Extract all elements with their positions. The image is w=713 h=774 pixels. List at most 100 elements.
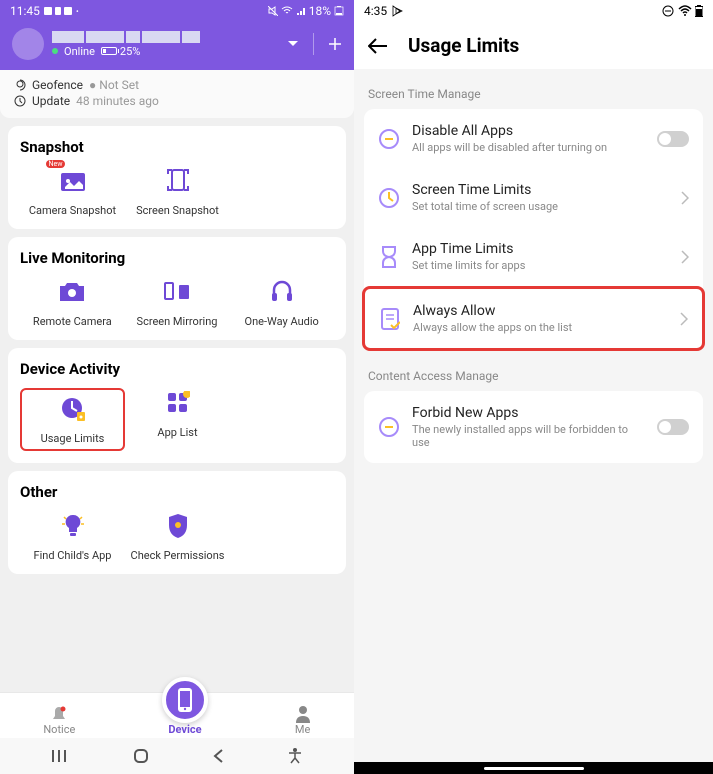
- mirror-icon: [163, 281, 191, 303]
- svg-text:•: •: [76, 7, 79, 16]
- battery-icon: [695, 5, 703, 17]
- nav-notice[interactable]: Notice: [43, 705, 75, 736]
- check-permissions-button[interactable]: Check Permissions: [125, 511, 230, 562]
- one-way-audio-label: One-Way Audio: [245, 315, 319, 328]
- camera-snapshot-button[interactable]: New Camera Snapshot: [20, 166, 125, 217]
- live-title: Live Monitoring: [20, 249, 334, 267]
- camera-snapshot-label: Camera Snapshot: [29, 204, 116, 217]
- disable-icon: [378, 128, 400, 150]
- forbid-new-apps-row[interactable]: Forbid New Apps The newly installed apps…: [364, 391, 703, 463]
- new-badge: New: [46, 160, 66, 168]
- disable-title: Disable All Apps: [412, 123, 645, 139]
- play-icon: [391, 5, 403, 17]
- screen-mirroring-label: Screen Mirroring: [137, 315, 218, 328]
- page-header: Usage Limits: [354, 22, 713, 69]
- app-list-icon: [166, 391, 190, 415]
- usage-limits-icon: [59, 395, 87, 423]
- one-way-audio-button[interactable]: One-Way Audio: [229, 277, 334, 328]
- bottom-nav: Notice Device Me: [0, 692, 354, 738]
- battery-icon: [334, 6, 344, 16]
- online-dot-icon: [52, 48, 58, 54]
- hourglass-icon: [379, 246, 399, 268]
- device-fab[interactable]: [162, 677, 208, 723]
- signal-icon: [296, 6, 306, 16]
- app-list-button[interactable]: App List: [125, 388, 230, 451]
- find-child-label: Find Child's App: [34, 549, 112, 562]
- nav-me[interactable]: Me: [295, 705, 311, 736]
- forbid-toggle[interactable]: [657, 419, 689, 435]
- section-screen-time: Screen Time Manage: [354, 69, 713, 109]
- clock-text-right: 4:35: [364, 4, 387, 18]
- clock-icon: [14, 95, 26, 107]
- home-indicator-bar: [354, 762, 713, 774]
- bell-icon: [50, 705, 68, 723]
- accessibility-icon[interactable]: [288, 748, 302, 764]
- status-icons-left: •: [44, 6, 88, 16]
- camera-snapshot-icon: [59, 169, 87, 193]
- add-icon[interactable]: [328, 37, 342, 51]
- disable-sub: All apps will be disabled after turning …: [412, 141, 645, 154]
- disable-toggle[interactable]: [657, 131, 689, 147]
- geofence-value: ● Not Set: [89, 78, 139, 92]
- mute-icon: [268, 6, 278, 16]
- wifi-icon: [678, 5, 692, 17]
- device-activity-card: Device Activity Usage Limits App List: [8, 348, 346, 463]
- disable-all-apps-row[interactable]: Disable All Apps All apps will be disabl…: [364, 109, 703, 168]
- battery-text: 18%: [309, 4, 331, 18]
- device-screen: 11:45 • 18% Onli: [0, 0, 354, 774]
- screen-snapshot-button[interactable]: Screen Snapshot: [125, 166, 230, 217]
- recents-icon[interactable]: [52, 749, 70, 763]
- snapshot-card: Snapshot New Camera Snapshot Screen Snap…: [8, 126, 346, 229]
- separator: [313, 33, 314, 55]
- content-access-card: Forbid New Apps The newly installed apps…: [364, 391, 703, 463]
- dropdown-icon[interactable]: [287, 40, 299, 48]
- app-list-label: App List: [157, 426, 197, 439]
- always-allow-row[interactable]: Always Allow Always allow the apps on th…: [362, 286, 705, 351]
- screen-time-card: Disable All Apps All apps will be disabl…: [364, 109, 703, 351]
- usage-limits-button[interactable]: Usage Limits: [20, 388, 125, 451]
- screentime-title: Screen Time Limits: [412, 182, 669, 198]
- dnd-icon: [661, 4, 675, 18]
- screen-snapshot-icon: [166, 168, 190, 194]
- avatar[interactable]: [12, 28, 44, 60]
- apptime-sub: Set time limits for apps: [412, 259, 669, 272]
- clock-text: 11:45: [10, 4, 40, 18]
- apptime-title: App Time Limits: [412, 241, 669, 257]
- geofence-icon: [14, 79, 26, 91]
- other-title: Other: [20, 483, 334, 501]
- shield-icon: [167, 513, 189, 539]
- nav-me-label: Me: [295, 723, 310, 736]
- chevron-right-icon: [681, 191, 689, 205]
- info-strip: Geofence ● Not Set Update 48 minutes ago: [0, 70, 354, 118]
- wifi-icon: [281, 6, 293, 16]
- geofence-label: Geofence: [32, 78, 83, 92]
- device-header: Online 25%: [0, 22, 354, 70]
- nav-device[interactable]: Device: [162, 699, 208, 736]
- clock-icon: [378, 187, 400, 209]
- battery-pill-icon: [101, 47, 117, 55]
- home-indicator[interactable]: [484, 767, 584, 770]
- nav-notice-label: Notice: [43, 723, 75, 736]
- chevron-right-icon: [681, 250, 689, 264]
- forbid-sub: The newly installed apps will be forbidd…: [412, 423, 645, 449]
- app-time-limits-row[interactable]: App Time Limits Set time limits for apps: [364, 227, 703, 286]
- back-arrow-icon[interactable]: [368, 38, 388, 54]
- bulb-icon: [61, 513, 85, 539]
- camera-icon: [58, 281, 86, 303]
- home-icon[interactable]: [133, 748, 149, 764]
- update-label: Update: [32, 94, 70, 108]
- find-child-app-button[interactable]: Find Child's App: [20, 511, 125, 562]
- usage-limits-screen: 4:35 Usage Limits Screen Time Manage Dis…: [354, 0, 713, 774]
- status-bar-right: 4:35: [354, 0, 713, 22]
- always-title: Always Allow: [413, 303, 668, 319]
- other-card: Other Find Child's App Check Permissions: [8, 471, 346, 574]
- live-monitoring-card: Live Monitoring Remote Camera Screen Mir…: [8, 237, 346, 340]
- screen-time-limits-row[interactable]: Screen Time Limits Set total time of scr…: [364, 168, 703, 227]
- remote-camera-button[interactable]: Remote Camera: [20, 277, 125, 328]
- back-icon[interactable]: [213, 749, 225, 763]
- forbid-icon: [378, 416, 400, 438]
- system-nav: [0, 738, 354, 774]
- screen-mirroring-button[interactable]: Screen Mirroring: [125, 277, 230, 328]
- headphones-icon: [270, 280, 294, 304]
- checklist-icon: [380, 308, 400, 330]
